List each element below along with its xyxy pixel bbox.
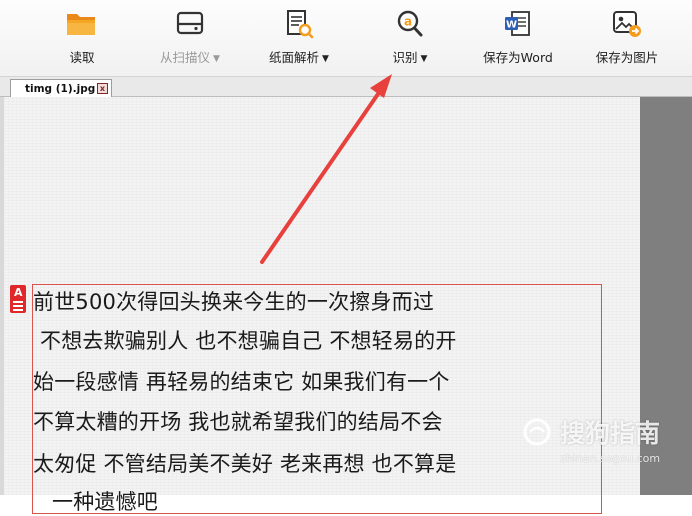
main-toolbar: 读取 从扫描仪 ▼ 纸面解析 ▼ a 识别 ▼ W 保存为Word 保存为图片 (0, 0, 692, 77)
from-scanner-button[interactable]: 从扫描仪 ▼ (150, 0, 230, 76)
chevron-down-icon: ▼ (322, 54, 329, 64)
read-button[interactable]: 读取 (60, 0, 104, 76)
text-line: 前世500次得回头换来今生的一次擦身而过 (33, 290, 435, 314)
text-block-marker-letter: A (14, 286, 23, 299)
document-tab[interactable]: timg (1).jpg x (10, 79, 112, 97)
recognize-icon: a (392, 6, 428, 42)
save-as-word-label: 保存为Word (483, 50, 553, 65)
chevron-down-icon: ▼ (213, 54, 220, 64)
page-analysis-label: 纸面解析 (269, 50, 320, 65)
canvas-left-edge (0, 97, 4, 495)
watermark-url: zhinan.sogou.com (560, 452, 661, 465)
save-as-image-label: 保存为图片 (595, 50, 659, 65)
watermark-text: 搜狗指南 (560, 419, 661, 448)
save-image-icon (609, 6, 645, 42)
document-tab-strip: timg (1).jpg x (0, 77, 692, 97)
svg-text:W: W (506, 20, 517, 31)
sogou-watermark: 搜狗指南 zhinan.sogou.com (518, 414, 688, 484)
text-line: 一种遗憾吧 (52, 490, 158, 514)
text-line: 太匆促 不管结局美不美好 老来再想 也不算是 (33, 452, 457, 476)
text-block-marker-icon[interactable]: A (10, 285, 26, 313)
text-line: 不算太糟的开场 我也就希望我们的结局不会 (33, 410, 443, 434)
svg-text:a: a (404, 15, 412, 29)
close-icon[interactable]: x (97, 83, 108, 94)
recognized-text-region[interactable] (32, 284, 602, 514)
text-line: 始一段感情 再轻易的结束它 如果我们有一个 (33, 370, 450, 394)
document-tab-title: timg (1).jpg (25, 82, 96, 95)
scanner-icon (172, 6, 208, 42)
word-icon: W (500, 6, 536, 42)
recognize-button[interactable]: a 识别 ▼ (384, 0, 436, 76)
chevron-down-icon: ▼ (420, 54, 428, 64)
from-scanner-label: 从扫描仪 (160, 50, 211, 65)
open-folder-icon (64, 6, 100, 42)
read-label: 读取 (69, 50, 95, 65)
save-as-image-button[interactable]: 保存为图片 (588, 0, 666, 76)
page-analysis-icon (281, 6, 317, 42)
recognize-label: 识别 (392, 50, 418, 65)
text-line: 不想去欺骗别人 也不想骗自己 不想轻易的开 (40, 329, 457, 353)
page-analysis-button[interactable]: 纸面解析 ▼ (260, 0, 338, 76)
sogou-logo-icon (523, 418, 551, 446)
save-as-word-button[interactable]: W 保存为Word (476, 0, 560, 76)
